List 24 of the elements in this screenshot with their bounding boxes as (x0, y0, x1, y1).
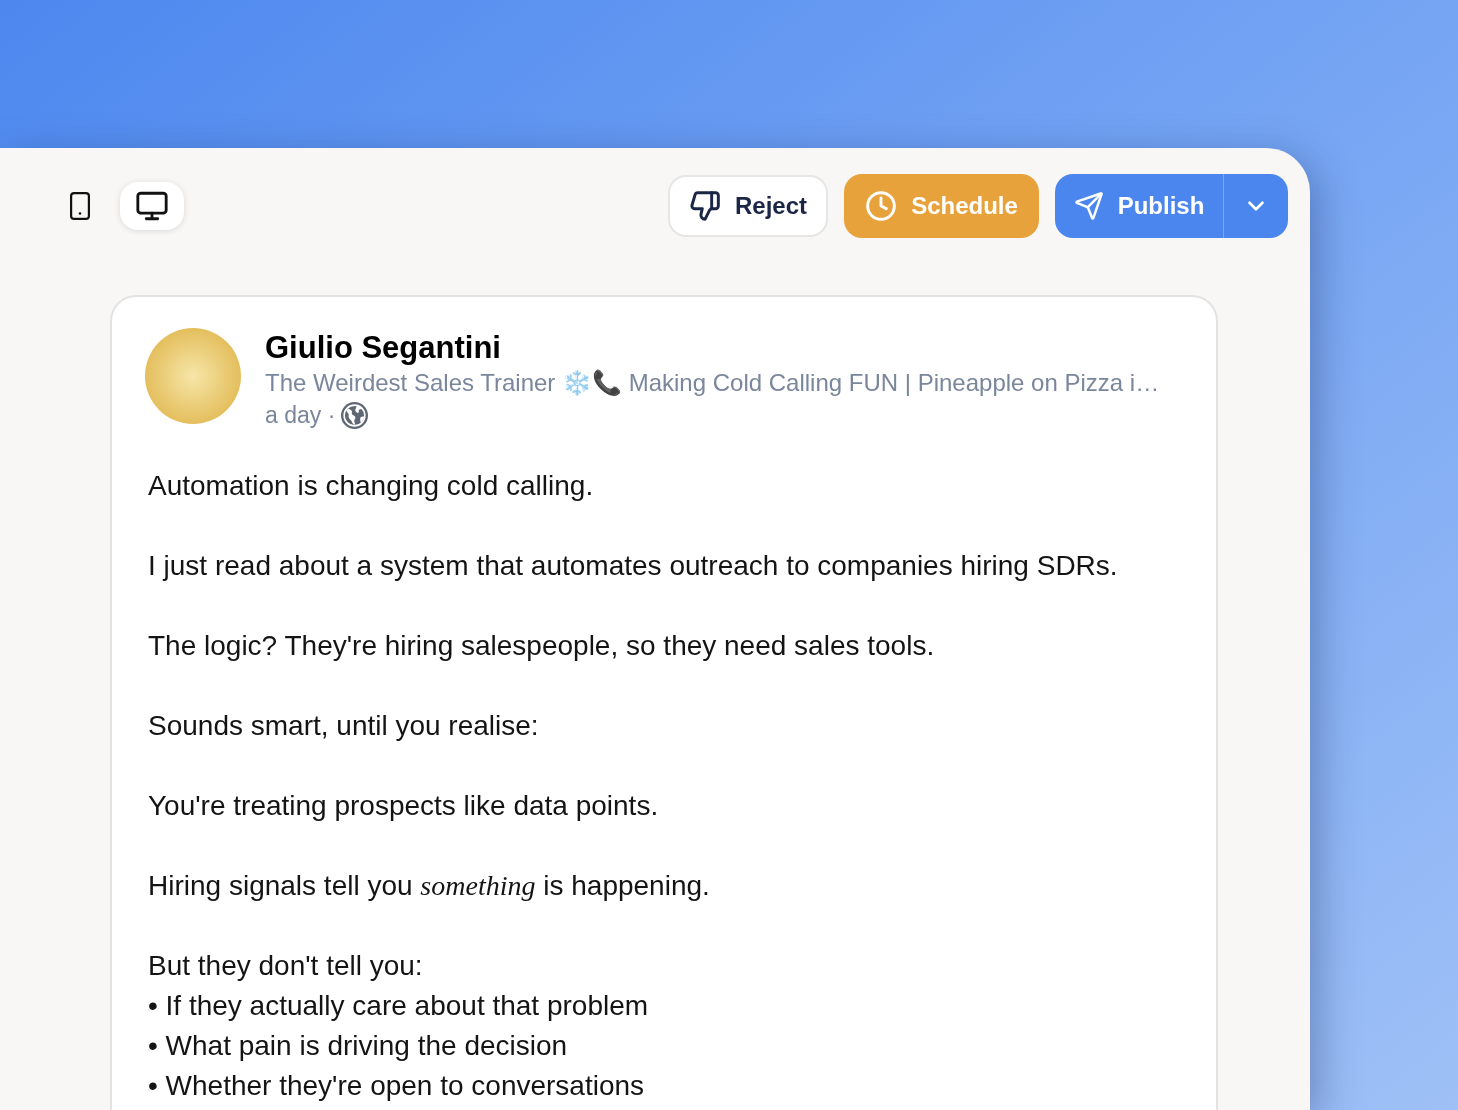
send-icon (1073, 191, 1104, 221)
author-headline: The Weirdest Sales Trainer ❄📞 Making Cold Calling FUN | Pineapple on Pizza i… (265, 368, 1160, 398)
post-text-line: But they don't tell you: (148, 949, 424, 983)
post-text-line: • Whether they're open to conversations (148, 1069, 646, 1103)
clock-icon (865, 190, 898, 222)
author-name: Giulio Segantini (265, 329, 502, 367)
post-text-line: You're treating prospects like data points. (148, 789, 660, 823)
post-text-line: Hiring signals tell you something is happening. (148, 869, 711, 903)
post-text-line: Automation is changing cold calling. (148, 469, 595, 503)
publish-menu-button[interactable] (1223, 174, 1288, 238)
post-time: a day · (265, 401, 336, 430)
publish-button[interactable]: Publish (1055, 174, 1223, 238)
monitor-icon (135, 189, 169, 223)
thumbs-down-icon (688, 190, 721, 222)
post-text-line: • What pain is driving the decision (148, 1029, 569, 1063)
post-text-line: • If they actually care about that problem (148, 989, 650, 1023)
schedule-button[interactable]: Schedule (844, 174, 1039, 238)
post-text-line: I just read about a system that automates outreach to companies hiring SDRs. (148, 549, 1119, 583)
post-text-line: Sounds smart, until you realise: (148, 709, 540, 743)
globe-icon (341, 401, 369, 429)
reject-button[interactable]: Reject (668, 175, 828, 237)
phone-icon (70, 192, 90, 220)
post-text-line: The logic? They're hiring salespeople, so they need sales tools. (148, 629, 936, 663)
desktop-view-toggle[interactable] (120, 182, 184, 230)
